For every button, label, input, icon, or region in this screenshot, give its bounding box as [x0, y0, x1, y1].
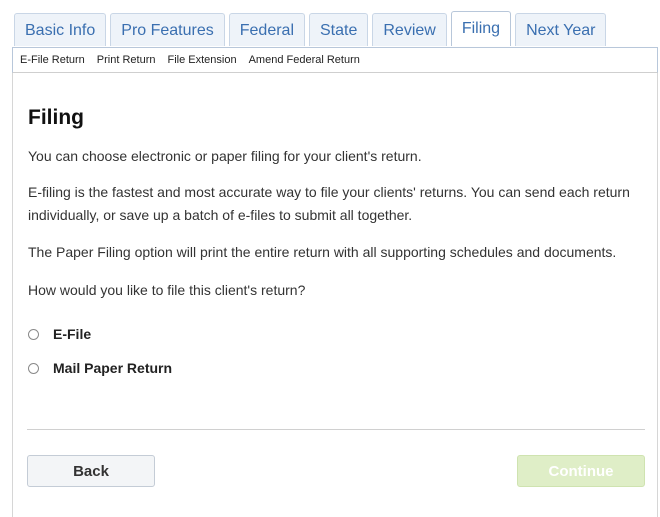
divider [27, 429, 645, 430]
option-label: E-File [53, 326, 92, 342]
subnav-amend-federal-return[interactable]: Amend Federal Return [243, 54, 366, 66]
filing-subnav: E-File Return Print Return File Extensio… [12, 47, 658, 73]
tab-basic-info[interactable]: Basic Info [14, 13, 107, 46]
tab-pro-features[interactable]: Pro Features [110, 13, 225, 46]
top-navigation: Basic Info Pro Features Federal State Re… [0, 0, 660, 48]
intro-text: You can choose electronic or paper filin… [28, 148, 422, 164]
efile-description: E-filing is the fastest and most accurat… [28, 184, 630, 223]
radio-button[interactable] [28, 362, 39, 374]
page-title: Filing [28, 106, 84, 129]
subnav-efile-return[interactable]: E-File Return [13, 54, 91, 66]
option-efile[interactable]: E-File [28, 326, 91, 342]
paper-filing-description: The Paper Filing option will print the e… [28, 244, 617, 260]
tab-state[interactable]: State [309, 13, 369, 46]
option-label: Mail Paper Return [53, 360, 173, 376]
subnav-print-return[interactable]: Print Return [91, 54, 162, 66]
tab-review[interactable]: Review [372, 13, 447, 46]
tab-filing[interactable]: Filing [450, 11, 512, 46]
option-mail-paper-return[interactable]: Mail Paper Return [28, 360, 172, 376]
continue-button[interactable]: Continue [517, 455, 645, 487]
back-button[interactable]: Back [27, 455, 155, 487]
tab-next-year[interactable]: Next Year [515, 13, 607, 46]
filing-panel: Filing You can choose electronic or pape… [12, 73, 658, 517]
filing-question: How would you like to file this client's… [28, 282, 306, 298]
radio-button[interactable] [28, 328, 39, 340]
tab-bar: Basic Info Pro Features Federal State Re… [14, 11, 607, 46]
tab-federal[interactable]: Federal [228, 13, 305, 46]
subnav-file-extension[interactable]: File Extension [162, 54, 243, 66]
